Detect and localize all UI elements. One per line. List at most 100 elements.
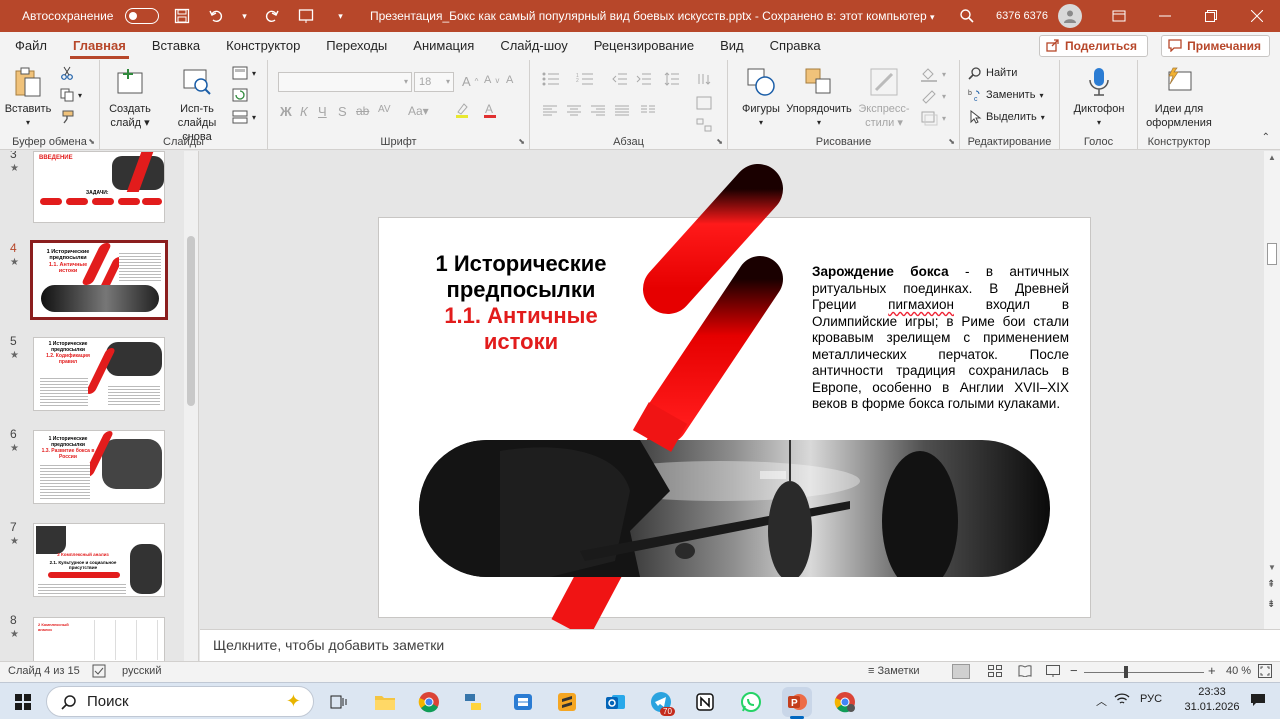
replace-dropdown-icon[interactable]: ▾ [1039, 91, 1043, 100]
justify-icon[interactable] [614, 104, 630, 118]
underline-button[interactable]: Ч [318, 104, 327, 119]
file-explorer-icon[interactable] [370, 687, 400, 717]
input-language[interactable]: РУС [1140, 693, 1162, 705]
change-case-icon[interactable]: Aa▾ [408, 104, 429, 118]
slide-title-block[interactable]: 1 Исторические предпосылки 1.1. Античные… [405, 251, 637, 355]
font-name-dropdown-icon[interactable]: ▾ [404, 73, 408, 91]
tab-insert[interactable]: Вставка [139, 32, 213, 60]
thumbnail-scrollbar[interactable] [184, 151, 198, 661]
new-slide-button[interactable]: Создать слайд ▾ [106, 66, 154, 130]
text-direction-icon[interactable] [696, 72, 712, 86]
chrome-profile-icon[interactable] [830, 687, 860, 717]
zoom-in-icon[interactable]: + [1208, 663, 1216, 678]
tab-animations[interactable]: Анимация [400, 32, 487, 60]
normal-view-icon[interactable] [952, 664, 970, 679]
whatsapp-icon[interactable] [736, 687, 766, 717]
language-status[interactable]: русский [122, 665, 161, 677]
quick-styles-button[interactable]: Экспресс- стили ▾ [854, 66, 914, 130]
clipboard-launcher-icon[interactable]: ⬊ [88, 137, 95, 146]
dictate-button[interactable]: Диктофон ▾ [1068, 66, 1130, 130]
taskbar-search[interactable]: Поиск ✦ [46, 686, 314, 717]
columns-icon[interactable] [640, 104, 656, 118]
tab-home[interactable]: Главная [60, 32, 139, 60]
align-left-icon[interactable] [542, 104, 558, 118]
search-icon[interactable] [956, 5, 978, 27]
reset-slide-icon[interactable] [232, 88, 248, 102]
shapes-button[interactable]: Фигуры ▾ [738, 66, 784, 130]
task-view-icon[interactable] [324, 687, 354, 717]
slide-thumbnail-8[interactable]: 2 Комплексный анализ [33, 617, 165, 661]
font-launcher-icon[interactable]: ⬊ [518, 137, 525, 146]
select-button[interactable]: Выделить ▾ [968, 110, 1045, 124]
layout-dropdown-icon[interactable]: ▾ [252, 69, 256, 78]
slide-body-text[interactable]: Зарождение бокса - в античных ритуальных… [812, 264, 1069, 413]
align-center-icon[interactable] [566, 104, 582, 118]
strikethrough-button[interactable]: ab [356, 104, 369, 118]
arrange-dropdown-icon[interactable]: ▾ [817, 116, 821, 130]
bullets-icon[interactable] [542, 72, 560, 86]
user-name[interactable]: 6376 6376 [996, 10, 1048, 22]
paragraph-launcher-icon[interactable]: ⬊ [716, 137, 723, 146]
accessibility-icon[interactable] [92, 664, 106, 681]
tab-view[interactable]: Вид [707, 32, 757, 60]
zoom-out-icon[interactable]: − [1070, 663, 1078, 678]
tab-slideshow[interactable]: Слайд-шоу [487, 32, 580, 60]
font-size-combo[interactable]: 18 ▾ [414, 72, 454, 92]
undo-dropdown-icon[interactable]: ▾ [239, 5, 249, 27]
slideshow-view-icon[interactable] [1046, 665, 1060, 680]
paste-button[interactable]: Вставить ▾ [5, 66, 51, 130]
section-dropdown-icon[interactable]: ▾ [252, 113, 256, 122]
customize-qat-icon[interactable]: ▾ [329, 5, 351, 27]
bold-button[interactable]: Ж [280, 104, 292, 119]
increase-font-icon[interactable]: A ^ [462, 74, 478, 89]
clock-time[interactable]: 23:33 [1180, 686, 1244, 698]
outlook-icon[interactable] [600, 687, 630, 717]
telegram-icon[interactable]: 70 [646, 687, 676, 717]
save-status[interactable]: Сохранено в: этот компьютер [762, 9, 927, 23]
share-button[interactable]: Поделиться [1038, 35, 1148, 57]
reuse-slides-button[interactable]: Исп-ть слайды снова [166, 66, 228, 144]
python-app-icon[interactable] [458, 687, 488, 717]
zoom-level[interactable]: 40 % [1226, 665, 1251, 677]
tab-file[interactable]: Файл [2, 32, 60, 60]
avatar[interactable] [1058, 4, 1082, 28]
shapes-dropdown-icon[interactable]: ▾ [759, 116, 763, 130]
notion-icon[interactable] [690, 687, 720, 717]
scroll-up-icon[interactable]: ▲ [1268, 153, 1276, 162]
find-button[interactable]: Найти [968, 66, 1017, 80]
arrange-button[interactable]: Упорядочить ▾ [786, 66, 852, 130]
shape-fill-icon[interactable]: ▾ [920, 66, 946, 82]
slide-sorter-icon[interactable] [988, 665, 1002, 680]
cut-icon[interactable] [60, 66, 74, 80]
ribbon-display-options-icon[interactable] [1096, 0, 1142, 32]
shape-outline-icon[interactable]: ▾ [920, 88, 946, 104]
copy-dropdown-icon[interactable]: ▾ [78, 91, 82, 100]
slide-thumbnail-7[interactable]: 2 Комплексный анализ 2.1. Культурное и с… [33, 523, 165, 597]
layout-icon[interactable]: ▾ [232, 66, 256, 80]
wifi-icon[interactable] [1114, 692, 1130, 709]
comments-button[interactable]: Примечания [1161, 35, 1270, 57]
restore-icon[interactable] [1188, 0, 1234, 32]
previous-slide-icon[interactable]: ⇞ [1267, 579, 1275, 590]
slide-thumbnail-4[interactable]: 1 Исторические предпосылки 1.1. Античные… [30, 240, 168, 320]
format-painter-icon[interactable] [60, 110, 74, 124]
zoom-slider[interactable] [1084, 672, 1204, 673]
clock-date[interactable]: 31.01.2026 [1180, 701, 1244, 713]
scrollbar-thumb[interactable] [1267, 243, 1277, 265]
store-app-icon[interactable] [508, 687, 538, 717]
font-color-icon[interactable]: A [482, 102, 498, 118]
slide-thumbnail-3[interactable]: ВВЕДЕНИЕ ЗАДАЧИ: [33, 151, 165, 223]
shadow-button[interactable]: S [338, 104, 347, 119]
close-icon[interactable] [1234, 0, 1280, 32]
italic-button[interactable]: К [300, 104, 308, 119]
slideshow-start-icon[interactable] [295, 5, 317, 27]
slide-thumbnail-5[interactable]: 1 Исторические предпосылки 1.2. Кодифика… [33, 337, 165, 411]
collapse-ribbon-icon[interactable]: ⌃ [1262, 132, 1270, 143]
scroll-down-icon[interactable]: ▼ [1268, 563, 1276, 572]
zoom-slider-thumb[interactable] [1124, 666, 1128, 678]
increase-indent-icon[interactable] [636, 72, 652, 86]
align-right-icon[interactable] [590, 104, 606, 118]
notes-pane[interactable]: Щелкните, чтобы добавить заметки [200, 629, 1280, 661]
next-slide-icon[interactable]: ⇟ [1267, 599, 1275, 610]
autosave-toggle[interactable] [125, 8, 160, 24]
